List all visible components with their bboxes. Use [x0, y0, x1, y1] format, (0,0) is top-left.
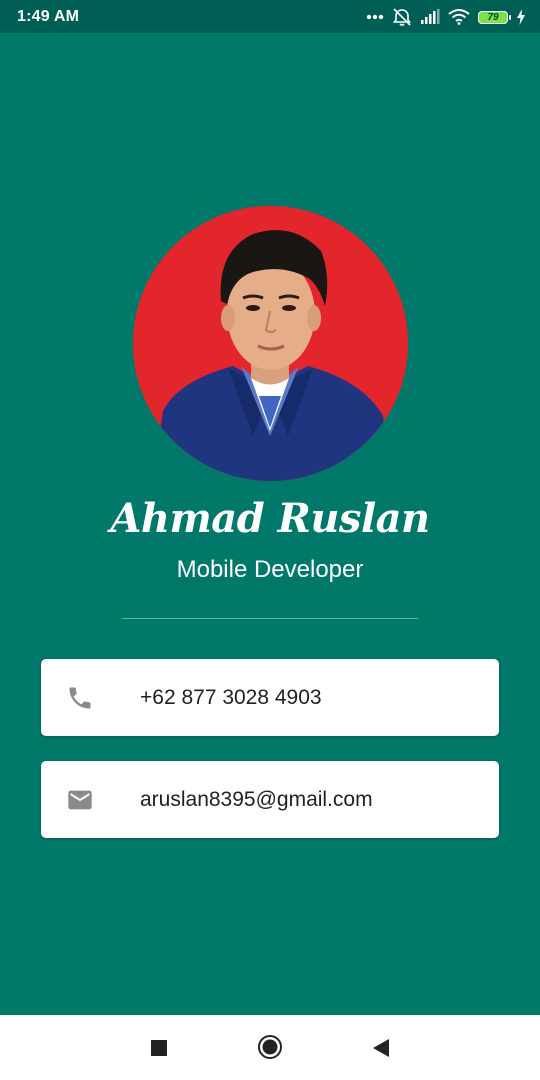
profile-title: Mobile Developer [176, 556, 364, 583]
more-dots-icon [366, 14, 384, 20]
wifi-icon [448, 9, 470, 25]
status-bar: 1:49 AM 79 [0, 0, 540, 33]
mail-icon [68, 790, 92, 810]
phone-card[interactable]: +62 877 3028 4903 [41, 659, 499, 736]
divider [122, 618, 418, 619]
alarm-off-icon [392, 8, 412, 26]
battery-level: 79 [487, 11, 499, 23]
recents-square-icon[interactable] [146, 1035, 172, 1061]
email-address: aruslan8395@gmail.com [140, 788, 373, 811]
charging-bolt-icon [517, 9, 525, 25]
back-triangle-icon[interactable] [368, 1035, 394, 1061]
profile-name: Ahmad Ruslan [110, 495, 430, 542]
phone-number: +62 877 3028 4903 [140, 686, 322, 709]
signal-icon [421, 9, 440, 24]
home-circle-icon[interactable] [257, 1034, 283, 1060]
status-icons: 79 [366, 6, 526, 28]
navigation-bar [0, 1015, 540, 1080]
status-time: 1:49 AM [17, 8, 80, 25]
email-card[interactable]: aruslan8395@gmail.com [41, 761, 499, 838]
battery-icon: 79 [478, 10, 511, 24]
profile-avatar [133, 206, 408, 481]
phone-icon [69, 687, 91, 709]
avatar-illustration [133, 206, 408, 481]
